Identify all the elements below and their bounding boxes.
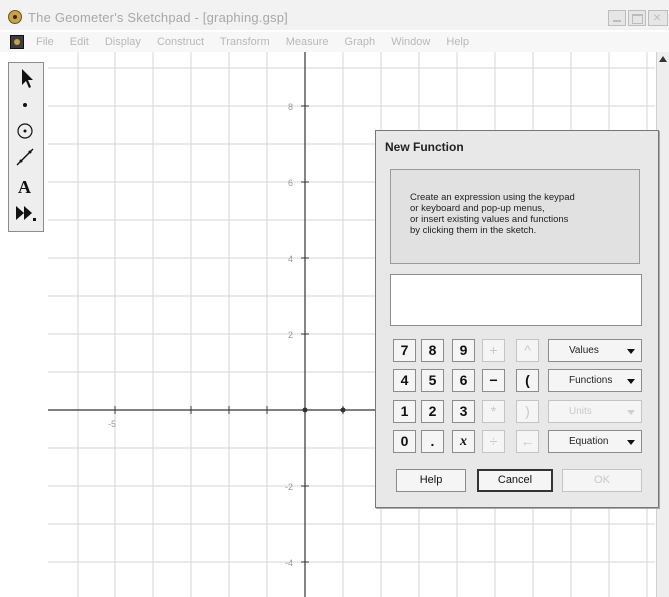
maximize-button[interactable] [628, 10, 646, 26]
menu-graph[interactable]: Graph [345, 36, 376, 48]
key-9[interactable]: 9 [452, 339, 475, 362]
key-decimal[interactable]: . [421, 430, 444, 453]
y-axis-label: 2 [288, 330, 294, 340]
key-plus[interactable]: + [482, 339, 505, 362]
svg-text:A: A [18, 177, 31, 197]
menu-construct[interactable]: Construct [157, 36, 204, 48]
equation-dropdown-label: Equation [569, 436, 609, 447]
compass-icon[interactable] [13, 119, 39, 144]
menu-measure[interactable]: Measure [286, 36, 329, 48]
new-function-dialog: New Function Create an expression using … [375, 130, 659, 508]
menu-bar: File Edit Display Construct Transform Me… [0, 32, 669, 52]
text-icon[interactable]: A [13, 173, 39, 198]
key-8[interactable]: 8 [421, 339, 444, 362]
document-icon[interactable] [10, 35, 24, 49]
origin-point[interactable] [302, 407, 308, 413]
custom-tool-icon[interactable] [13, 201, 39, 226]
key-5[interactable]: 5 [421, 369, 444, 392]
scroll-up-icon[interactable] [659, 56, 667, 62]
expression-field[interactable] [390, 274, 642, 326]
key-4[interactable]: 4 [393, 369, 416, 392]
minimize-button[interactable] [608, 10, 626, 26]
menu-edit[interactable]: Edit [70, 36, 89, 48]
app-icon[interactable] [8, 10, 22, 24]
window-title: The Geometer's Sketchpad - [graphing.gsp… [28, 10, 288, 25]
units-dropdown[interactable]: Units [548, 400, 642, 423]
values-dropdown[interactable]: Values [548, 339, 642, 362]
y-axis-label: -4 [285, 558, 294, 568]
key-divide[interactable]: ÷ [482, 430, 505, 453]
y-axis-label: 4 [288, 254, 294, 264]
functions-dropdown-label: Functions [569, 375, 613, 386]
dropdown-arrow-icon [627, 379, 635, 384]
key-power[interactable]: ^ [516, 339, 539, 362]
dropdown-arrow-icon [627, 349, 635, 354]
close-button[interactable] [648, 9, 668, 26]
menu-window[interactable]: Window [391, 36, 430, 48]
key-0[interactable]: 0 [393, 430, 416, 453]
dropdown-arrow-icon [627, 410, 635, 415]
equation-dropdown[interactable]: Equation [548, 430, 642, 453]
dialog-title: New Function [385, 140, 464, 154]
menu-help[interactable]: Help [446, 36, 469, 48]
selection-arrow-icon[interactable] [13, 66, 39, 91]
menu-transform[interactable]: Transform [220, 36, 270, 48]
help-button[interactable]: Help [396, 469, 466, 492]
cancel-button[interactable]: Cancel [477, 469, 553, 492]
point-icon[interactable] [13, 93, 39, 118]
key-left-paren[interactable]: ( [516, 369, 539, 392]
y-axis-label: -2 [285, 482, 294, 492]
title-bar: The Geometer's Sketchpad - [graphing.gsp… [0, 0, 669, 30]
dropdown-arrow-icon [627, 440, 635, 445]
instructions-text: Create an expression using the keypad or… [410, 192, 575, 236]
y-axis-label: 6 [288, 178, 294, 188]
instructions-panel: Create an expression using the keypad or… [390, 169, 640, 264]
key-multiply[interactable]: * [482, 400, 505, 423]
y-axis-label: 8 [288, 102, 294, 112]
functions-dropdown[interactable]: Functions [548, 369, 642, 392]
key-minus[interactable]: − [482, 369, 505, 392]
key-2[interactable]: 2 [421, 400, 444, 423]
key-1[interactable]: 1 [393, 400, 416, 423]
menu-file[interactable]: File [36, 36, 54, 48]
toolbox: A [8, 62, 44, 232]
menu-display[interactable]: Display [105, 36, 141, 48]
key-right-paren[interactable]: ) [516, 400, 539, 423]
key-x[interactable]: x [452, 430, 475, 453]
key-7[interactable]: 7 [393, 339, 416, 362]
key-backspace[interactable]: ← [516, 430, 539, 453]
menu-items: File Edit Display Construct Transform Me… [36, 36, 482, 48]
straightedge-icon[interactable] [13, 145, 39, 170]
x-axis-label: -5 [108, 419, 117, 429]
units-dropdown-label: Units [569, 406, 592, 417]
key-6[interactable]: 6 [452, 369, 475, 392]
values-dropdown-label: Values [569, 345, 599, 356]
ok-button[interactable]: OK [562, 469, 642, 492]
key-3[interactable]: 3 [452, 400, 475, 423]
unit-point[interactable] [340, 407, 346, 413]
